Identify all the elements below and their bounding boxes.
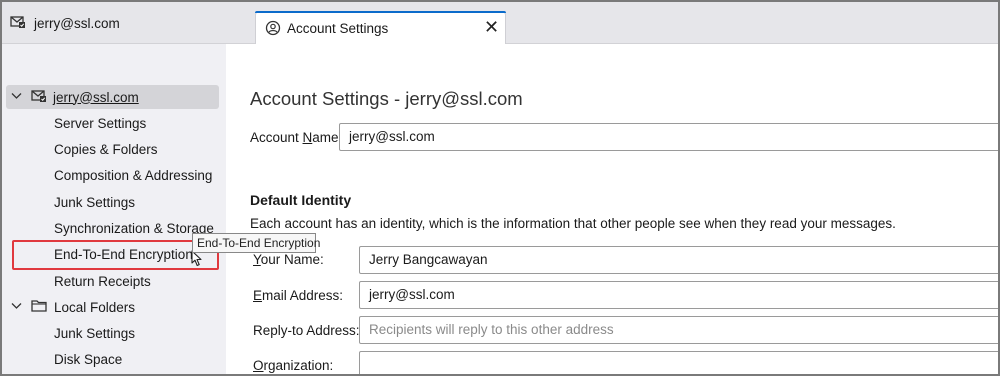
your-name-field[interactable]: Jerry Bangcawayan bbox=[359, 246, 998, 274]
email-address-label: Email Address: bbox=[253, 288, 344, 303]
your-name-label: Your Name: bbox=[253, 252, 324, 267]
mail-account-icon bbox=[10, 15, 26, 32]
account-tree-sidebar: jerry@ssl.com Server Settings Copies & F… bbox=[2, 44, 226, 374]
sidebar-item-disk-space[interactable]: Disk Space bbox=[54, 347, 122, 371]
tab-mail[interactable]: jerry@ssl.com bbox=[10, 13, 120, 33]
sidebar-local-folders-row[interactable]: Local Folders bbox=[11, 295, 135, 319]
sidebar-local-folders-label: Local Folders bbox=[54, 299, 136, 315]
sidebar-item-local-junk-settings[interactable]: Junk Settings bbox=[54, 321, 135, 345]
close-icon[interactable]: ✕ bbox=[484, 17, 499, 37]
account-settings-pane: Account Settings - jerry@ssl.com Account… bbox=[226, 44, 998, 374]
tab-bar: jerry@ssl.com Account Settings ✕ bbox=[2, 2, 998, 45]
tab-mail-label: jerry@ssl.com bbox=[34, 15, 120, 31]
reply-to-address-field[interactable]: Recipients will reply to this other addr… bbox=[359, 316, 998, 344]
sidebar-item-junk-settings[interactable]: Junk Settings bbox=[54, 190, 135, 214]
account-name-label: Account Name: bbox=[250, 130, 343, 145]
account-name-field[interactable]: jerry@ssl.com bbox=[339, 123, 998, 151]
account-settings-icon bbox=[265, 20, 281, 39]
sidebar-account-label: jerry@ssl.com bbox=[53, 89, 139, 105]
sidebar-item-composition-addressing[interactable]: Composition & Addressing bbox=[54, 163, 212, 187]
default-identity-heading: Default Identity bbox=[250, 192, 352, 208]
chevron-down-icon[interactable] bbox=[11, 91, 25, 103]
tab-account-settings-label: Account Settings bbox=[287, 21, 389, 36]
window-frame: jerry@ssl.com Account Settings ✕ jerry@s… bbox=[0, 0, 1000, 376]
sidebar-item-server-settings[interactable]: Server Settings bbox=[54, 111, 146, 135]
sidebar-item-synchronization-storage[interactable]: Synchronization & Storage bbox=[54, 216, 214, 240]
tooltip: End-To-End Encryption bbox=[192, 233, 320, 253]
chevron-down-icon[interactable] bbox=[11, 301, 25, 313]
sidebar-item-copies-folders[interactable]: Copies & Folders bbox=[54, 137, 158, 161]
reply-to-address-label: Reply-to Address: bbox=[253, 323, 360, 338]
email-address-field[interactable]: jerry@ssl.com bbox=[359, 281, 998, 309]
folder-icon bbox=[31, 299, 47, 315]
sidebar-item-return-receipts[interactable]: Return Receipts bbox=[54, 269, 151, 293]
selection-highlight-box bbox=[12, 240, 219, 270]
mail-account-icon bbox=[31, 89, 47, 106]
organization-field[interactable] bbox=[359, 351, 998, 374]
tab-account-settings[interactable]: Account Settings ✕ bbox=[255, 11, 506, 45]
mouse-cursor-icon bbox=[191, 250, 203, 270]
sidebar-account-row[interactable]: jerry@ssl.com bbox=[6, 85, 219, 109]
organization-label: Organization: bbox=[253, 358, 334, 373]
page-title: Account Settings - jerry@ssl.com bbox=[250, 88, 523, 109]
default-identity-description: Each account has an identity, which is t… bbox=[250, 216, 896, 231]
